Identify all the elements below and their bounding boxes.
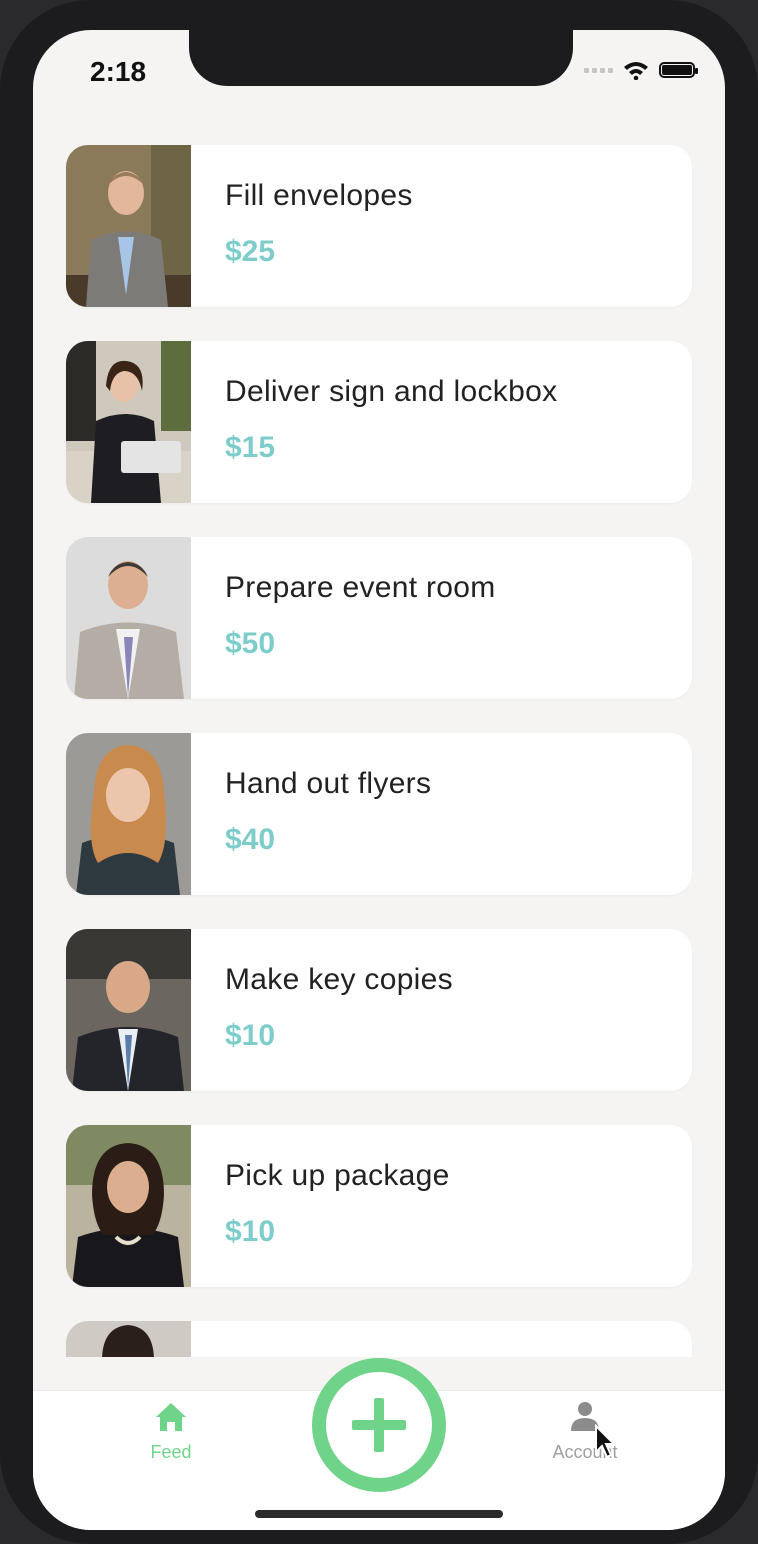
poster-photo (66, 145, 191, 307)
cellular-signal-icon (584, 67, 613, 73)
task-title: Fill envelopes (225, 179, 413, 212)
tab-feed-label: Feed (150, 1442, 192, 1462)
poster-photo (66, 537, 191, 699)
task-price: $50 (225, 627, 276, 660)
wifi-icon (624, 62, 648, 80)
task-card[interactable]: Fill envelopes $25 (66, 145, 692, 307)
task-price: $10 (225, 1215, 276, 1248)
task-card[interactable]: Make key copies $10 (66, 929, 692, 1091)
poster-photo (66, 733, 191, 895)
task-price: $10 (225, 1019, 276, 1052)
task-card[interactable]: Deliver sign and lockbox $15 (66, 341, 692, 503)
task-price: $40 (225, 823, 276, 856)
poster-photo (66, 929, 191, 1091)
task-title: Prepare event room (225, 571, 496, 604)
task-card[interactable]: Prepare event room $50 (66, 537, 692, 699)
tab-feed[interactable]: Feed (111, 1401, 231, 1463)
task-title: Hand out flyers (225, 767, 432, 800)
task-price: $25 (225, 235, 276, 268)
status-time: 2:18 (90, 56, 147, 87)
task-price: $15 (225, 431, 276, 464)
battery-icon (659, 62, 698, 78)
task-title: Deliver sign and lockbox (225, 375, 558, 408)
task-card[interactable] (66, 1321, 692, 1357)
tab-account-label: Account (552, 1442, 618, 1462)
task-card[interactable]: Pick up package $10 (66, 1125, 692, 1287)
mouse-cursor-icon (595, 1424, 617, 1459)
device-notch (189, 30, 573, 86)
home-indicator[interactable] (255, 1510, 503, 1518)
home-icon (156, 1403, 186, 1431)
app-screen: Fill envelopes $25 Deliver sign and lock… (33, 30, 725, 1530)
tab-account[interactable]: Account (525, 1401, 645, 1463)
device-frame: Fill envelopes $25 Deliver sign and lock… (0, 0, 758, 1544)
poster-photo (66, 341, 191, 503)
task-title: Make key copies (225, 963, 453, 996)
poster-photo (66, 1321, 191, 1357)
task-feed[interactable]: Fill envelopes $25 Deliver sign and lock… (33, 30, 725, 1357)
poster-photo (66, 1125, 191, 1287)
task-title: Pick up package (225, 1159, 450, 1192)
task-card[interactable]: Hand out flyers $40 (66, 733, 692, 895)
add-task-button[interactable] (312, 1358, 446, 1492)
status-icons (584, 60, 698, 80)
